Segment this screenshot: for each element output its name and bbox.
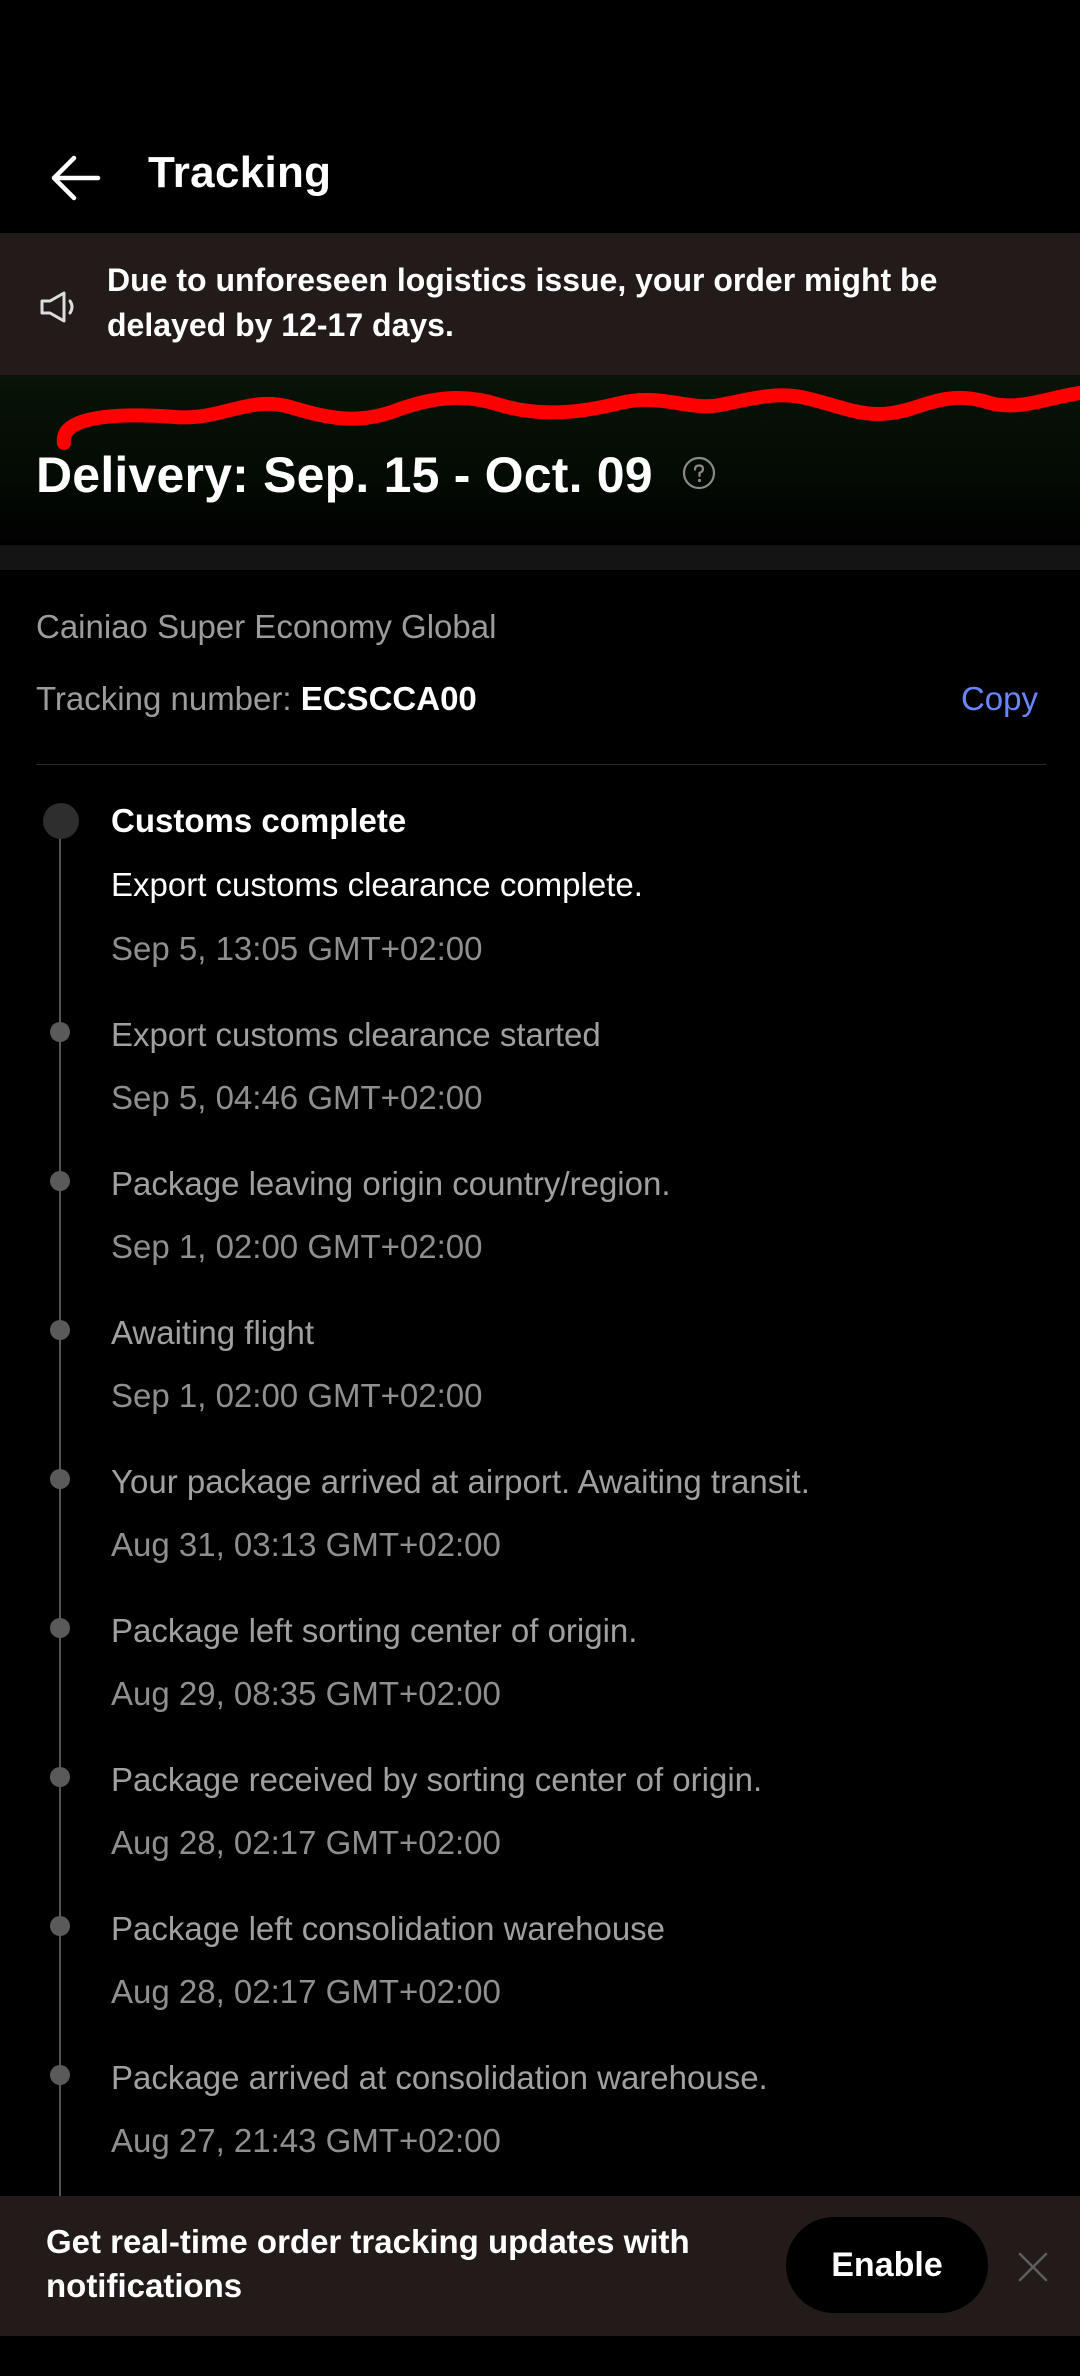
event-title: Package arrived at consolidation warehou… <box>111 2059 768 2096</box>
question-circle-icon[interactable] <box>682 456 716 490</box>
top-app-bar <box>0 0 1080 233</box>
event-title: Awaiting flight <box>111 1314 315 1351</box>
section-divider <box>0 545 1080 570</box>
red-annotation-scribble <box>56 386 1080 450</box>
copy-tracking-button[interactable]: Copy <box>961 680 1038 718</box>
event-title: Customs complete <box>111 802 407 839</box>
event-time: Aug 28, 02:17 GMT+02:00 <box>111 1973 501 2010</box>
event-description: Export customs clearance complete. <box>111 866 643 903</box>
timeline-dot <box>50 1171 70 1191</box>
timeline-dot <box>50 1916 70 1936</box>
event-time: Aug 29, 08:35 GMT+02:00 <box>111 1675 501 1712</box>
bottom-edge <box>0 2336 1080 2376</box>
delivery-window-title: Delivery: Sep. 15 - Oct. 09 <box>36 447 653 503</box>
timeline-current-dot <box>43 803 79 839</box>
event-title: Your package arrived at airport. Awaitin… <box>111 1463 810 1500</box>
notification-banner-text: Get real-time order tracking updates wit… <box>46 2223 690 2304</box>
carrier-name: Cainiao Super Economy Global <box>36 608 497 645</box>
page-title: Tracking <box>148 148 332 197</box>
timeline-dot <box>50 1618 70 1638</box>
event-title: Package leaving origin country/region. <box>111 1165 671 1202</box>
timeline-dot <box>50 1320 70 1340</box>
event-title: Package received by sorting center of or… <box>111 1761 763 1798</box>
event-time: Sep 5, 13:05 GMT+02:00 <box>111 930 483 967</box>
tracking-number-label: Tracking number: <box>36 680 301 717</box>
arrow-left-icon <box>51 155 101 201</box>
timeline-dot <box>50 1022 70 1042</box>
timeline-dot <box>50 1469 70 1489</box>
divider <box>36 764 1046 765</box>
speaker-icon <box>36 283 84 331</box>
tracking-number-row: Tracking number: ECSCCA00 <box>36 680 477 718</box>
back-button[interactable] <box>44 146 108 210</box>
event-title: Package left sorting center of origin. <box>111 1612 638 1649</box>
timeline-dot <box>50 2065 70 2085</box>
timeline-dot <box>50 1767 70 1787</box>
event-title: Package left consolidation warehouse <box>111 1910 666 1947</box>
event-time: Aug 27, 21:43 GMT+02:00 <box>111 2122 501 2159</box>
close-icon[interactable] <box>1016 2250 1050 2284</box>
event-title: Export customs clearance started <box>111 1016 601 1053</box>
event-time: Sep 1, 02:00 GMT+02:00 <box>111 1228 483 1265</box>
delay-notice-text: Due to unforeseen logistics issue, your … <box>107 262 938 343</box>
enable-notifications-button[interactable]: Enable <box>786 2217 988 2313</box>
tracking-number-value: ECSCCA00 <box>300 680 477 717</box>
event-time: Aug 31, 03:13 GMT+02:00 <box>111 1526 501 1563</box>
event-time: Sep 1, 02:00 GMT+02:00 <box>111 1377 483 1414</box>
event-time: Sep 5, 04:46 GMT+02:00 <box>111 1079 483 1116</box>
event-time: Aug 28, 02:17 GMT+02:00 <box>111 1824 501 1861</box>
